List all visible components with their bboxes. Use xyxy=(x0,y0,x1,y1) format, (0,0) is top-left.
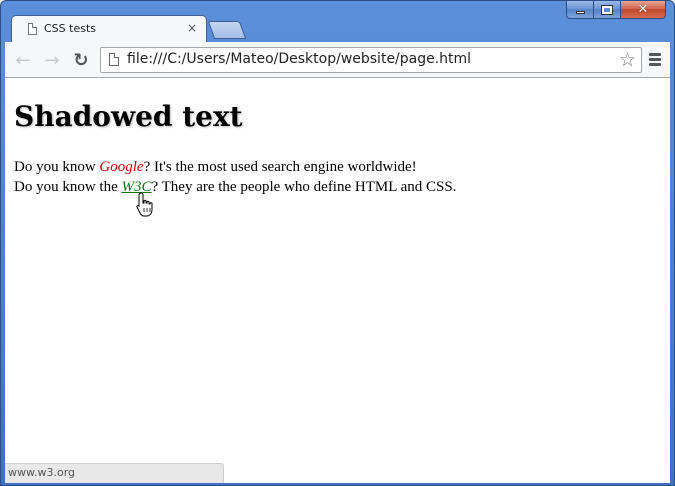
window-controls: ✕ xyxy=(566,1,666,21)
address-bar[interactable]: file:///C:/Users/Mateo/Desktop/website/p… xyxy=(100,47,642,73)
back-button[interactable]: ← xyxy=(13,49,33,71)
tab-title: CSS tests xyxy=(44,22,96,35)
window-close-button[interactable]: ✕ xyxy=(620,1,666,19)
maximize-button[interactable] xyxy=(593,1,620,19)
star-icon[interactable]: ☆ xyxy=(619,49,636,71)
google-link[interactable]: Google xyxy=(99,159,143,175)
google-sentence: Do you know Google? It's the most used s… xyxy=(14,159,417,176)
minimize-icon xyxy=(575,11,585,14)
google-sentence-start: Do you know xyxy=(14,159,100,175)
page-content: Shadowed text Do you know Google? It's t… xyxy=(5,78,670,483)
new-tab-button[interactable] xyxy=(207,21,247,39)
menu-icon[interactable] xyxy=(649,53,661,68)
reload-icon: ↻ xyxy=(73,49,89,71)
forward-arrow-icon: → xyxy=(44,49,60,71)
toolbar: ← → ↻ file:///C:/Users/Mateo/Desktop/web… xyxy=(5,42,670,78)
menu-bar xyxy=(649,58,661,61)
w3c-sentence-start: Do you know the xyxy=(14,179,122,195)
menu-bar xyxy=(649,53,661,56)
menu-bar xyxy=(649,63,661,66)
hand-cursor-icon xyxy=(136,192,153,217)
window-close-icon: ✕ xyxy=(637,2,649,17)
google-sentence-end: ? It's the most used search engine world… xyxy=(143,159,417,175)
url-text[interactable]: file:///C:/Users/Mateo/Desktop/website/p… xyxy=(127,51,471,67)
w3c-sentence: Do you know the W3C? They are the people… xyxy=(14,179,456,196)
reload-button[interactable]: ↻ xyxy=(71,49,91,71)
maximize-icon xyxy=(601,4,613,15)
status-url: www.w3.org xyxy=(8,466,76,479)
status-bubble: www.w3.org xyxy=(5,463,224,483)
forward-button[interactable]: → xyxy=(42,49,62,71)
browser-window: ✕ CSS tests × ← → ↻ file:///C:/Users/Mat… xyxy=(0,0,675,486)
tab-close-icon[interactable]: × xyxy=(187,21,197,35)
tab-css-tests[interactable]: CSS tests × xyxy=(11,15,207,43)
back-arrow-icon: ← xyxy=(15,49,31,71)
w3c-sentence-end: ? They are the people who define HTML an… xyxy=(151,179,457,195)
minimize-button[interactable] xyxy=(566,1,593,19)
page-heading: Shadowed text xyxy=(14,100,243,133)
page-icon xyxy=(28,23,37,35)
page-icon xyxy=(109,53,119,66)
